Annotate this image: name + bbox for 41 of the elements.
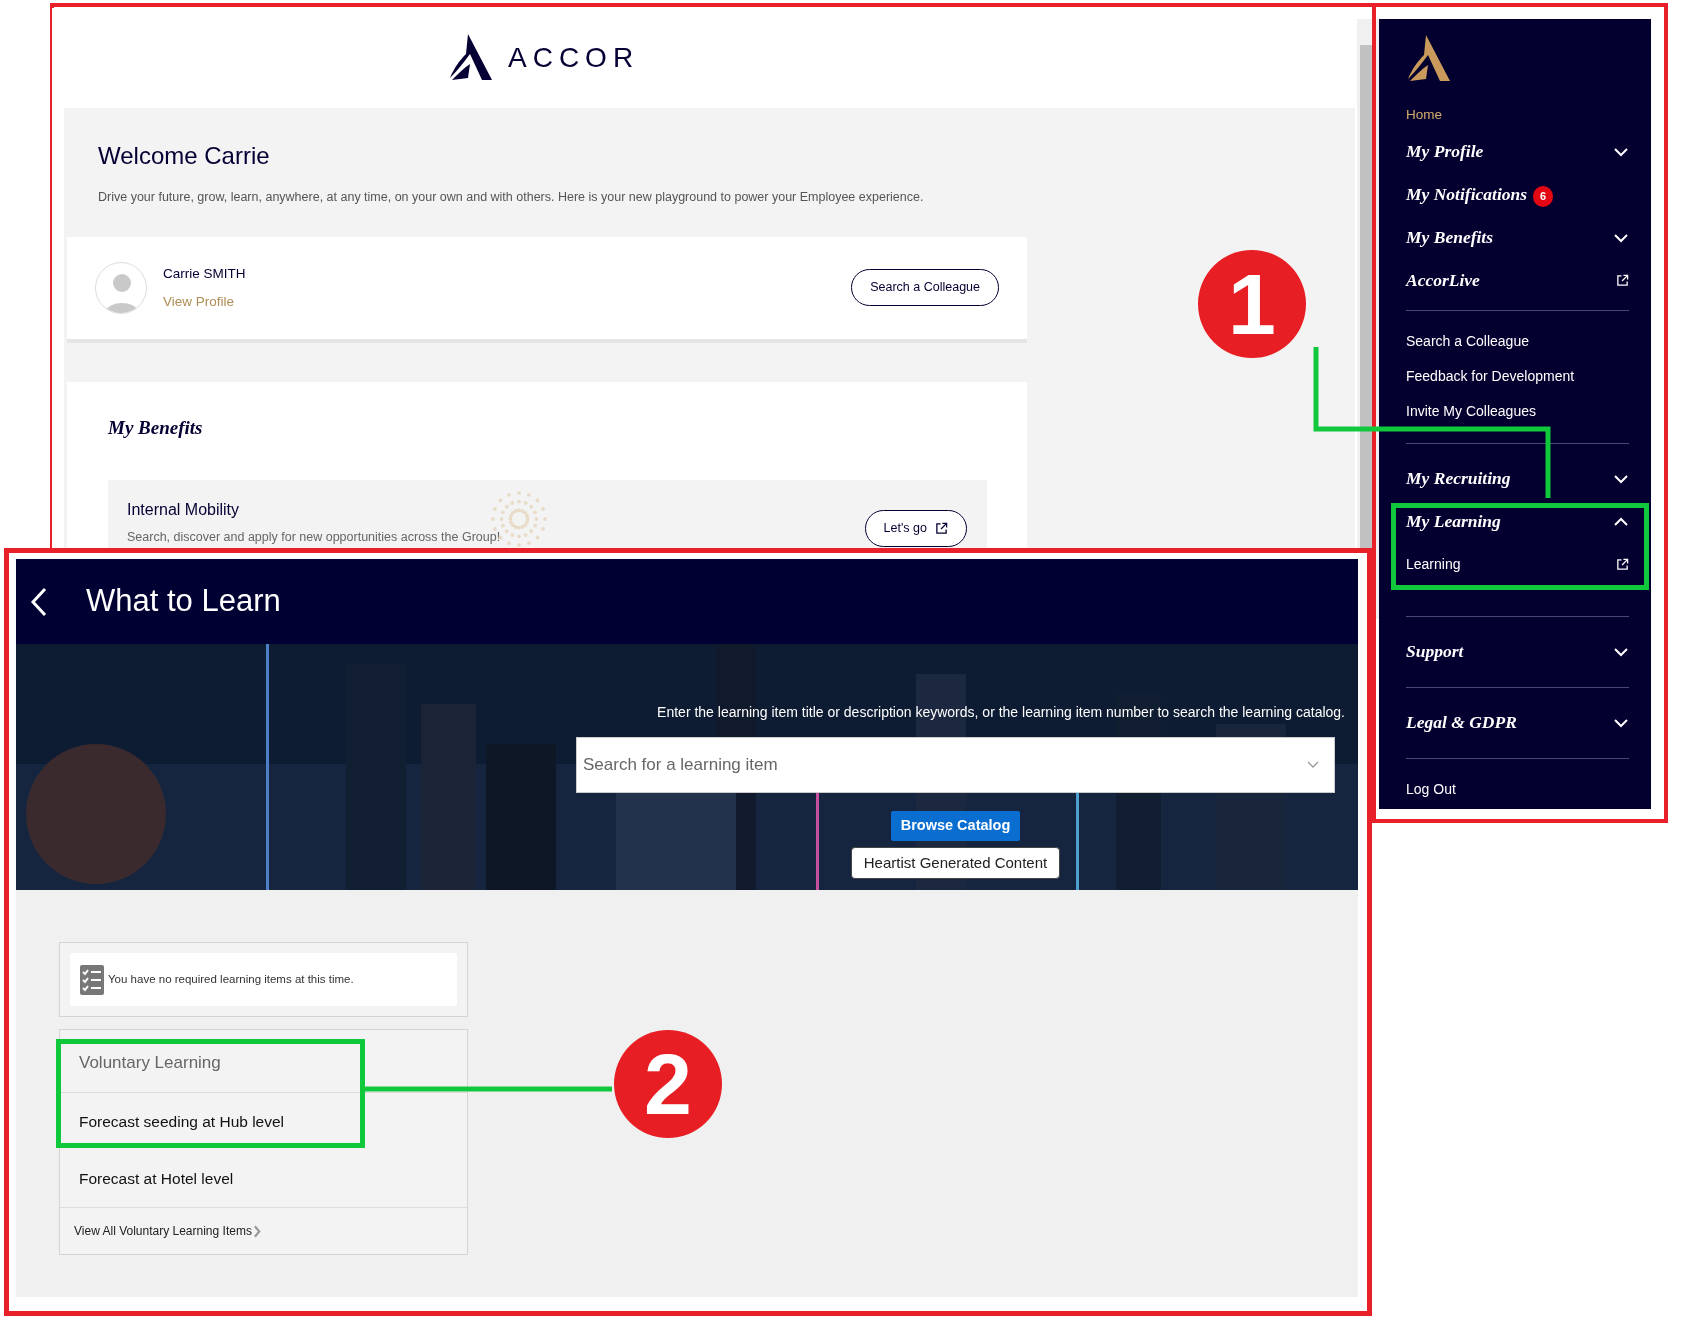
- menu-item[interactable]: My Profile: [1406, 130, 1629, 173]
- learning-item-link[interactable]: Forecast at Hotel level: [60, 1149, 467, 1207]
- benefit-title: Internal Mobility: [127, 500, 241, 521]
- benefit-text: Search, discover and apply for new opportunities across the Group!: [127, 529, 501, 547]
- notification-badge: 6: [1533, 186, 1554, 207]
- logo-icon: [1406, 35, 1450, 83]
- menu-item[interactable]: My Notifications 6: [1406, 173, 1629, 216]
- empty-message: You have no required learning items at this time.: [108, 971, 354, 987]
- menu-item[interactable]: Legal & GDPR: [1406, 701, 1629, 744]
- page-title: What to Learn: [86, 582, 281, 621]
- search-hint: Enter the learning item title or description keywords, or the learning item number to search the learning catalog.: [657, 703, 1345, 722]
- menu-item[interactable]: Invite My Colleagues: [1406, 394, 1629, 429]
- benefits-title: My Benefits: [108, 415, 204, 440]
- learning-item-link[interactable]: Forecast seeding at Hub level: [60, 1092, 467, 1150]
- menu-item[interactable]: Log Out: [1406, 772, 1629, 807]
- logo-icon: [448, 34, 492, 82]
- search-field[interactable]: Search for a learning item: [576, 737, 1335, 793]
- chevron-down-icon: [1307, 761, 1319, 769]
- menu-item[interactable]: My Benefits: [1406, 216, 1629, 259]
- welcome-text: Drive your future, grow, learn, anywhere, at any time, on your own and with others. Here is your new playground to power your Employee experience.: [98, 189, 925, 206]
- external-link-icon: [935, 522, 948, 536]
- welcome-title: Welcome Carrie: [98, 141, 271, 171]
- tooltip: Heartist Generated Content: [850, 846, 1061, 880]
- lets-go-button[interactable]: Let's go: [864, 510, 967, 547]
- back-icon[interactable]: [30, 586, 48, 617]
- logo-text: ACCOR: [508, 41, 640, 75]
- menu-item[interactable]: Search a Colleague: [1406, 324, 1629, 359]
- menu-item[interactable]: My Learning: [1406, 500, 1629, 543]
- menu-item[interactable]: My Recruiting: [1406, 457, 1629, 500]
- menu-item[interactable]: Learning: [1406, 547, 1629, 582]
- profile-name: Carrie SMITH: [163, 264, 246, 283]
- menu-item[interactable]: Support: [1406, 630, 1629, 673]
- menu-item[interactable]: AccorLive: [1406, 259, 1629, 302]
- chevron-right-icon: [253, 1224, 261, 1238]
- checklist-icon: [80, 964, 104, 995]
- search-colleague-button[interactable]: Search a Colleague: [851, 269, 999, 307]
- view-all-link[interactable]: View All Voluntary Learning Items: [60, 1207, 467, 1254]
- menu-item[interactable]: Feedback for Development: [1406, 359, 1629, 394]
- section-title: Voluntary Learning: [60, 1030, 467, 1093]
- menu-item[interactable]: Home: [1406, 100, 1629, 130]
- browse-catalog-button[interactable]: Browse Catalog: [890, 811, 1021, 841]
